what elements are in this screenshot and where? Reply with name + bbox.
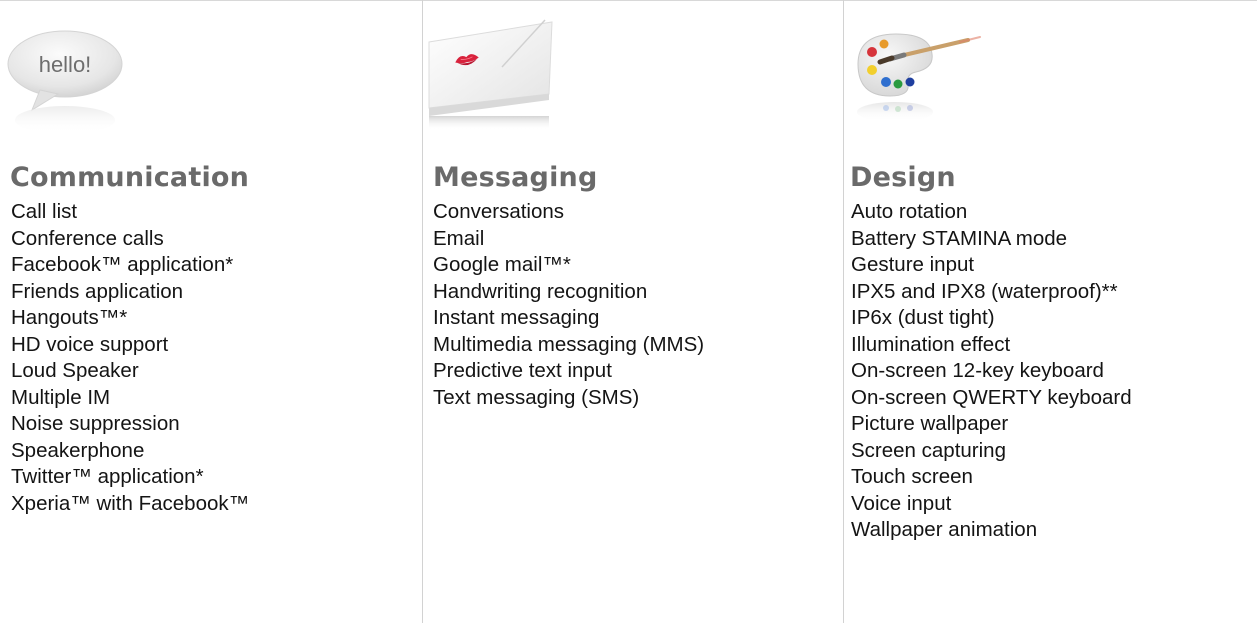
feature-grid: hello! Communication Call list Conferenc… — [0, 0, 1257, 623]
list-item: IP6x (dust tight) — [851, 306, 995, 329]
list-item: Noise suppression — [11, 412, 180, 435]
list-item: Auto rotation — [851, 200, 968, 223]
list-item: Xperia™ with Facebook™ — [11, 491, 250, 515]
hello-speech-bubble-icon: hello! — [2, 12, 142, 137]
list-item: Google mail™* — [433, 253, 571, 276]
list-item: On-screen QWERTY keyboard — [851, 385, 1132, 409]
envelope-kiss-icon — [427, 12, 567, 137]
list-item: Voice input — [851, 491, 952, 515]
list-item: Conference calls — [11, 226, 164, 250]
list-item: Text messaging (SMS) — [433, 385, 640, 409]
design-list: Auto rotation Battery STAMINA mode Gestu… — [851, 199, 1132, 544]
list-item: Multimedia messaging (MMS) — [433, 332, 705, 356]
list-item: Loud Speaker — [11, 359, 139, 382]
messaging-heading: Messaging — [433, 162, 598, 193]
list-item: Gesture input — [851, 253, 975, 276]
communication-heading: Communication — [10, 162, 250, 193]
messaging-list: Conversations Email Google mail™* Handwr… — [433, 199, 704, 411]
list-item: Screen capturing — [851, 438, 1006, 462]
list-item: IPX5 and IPX8 (waterproof)** — [851, 279, 1118, 303]
list-item: Email — [433, 226, 485, 250]
list-item: Battery STAMINA mode — [851, 226, 1068, 250]
list-item: Predictive text input — [433, 359, 612, 382]
list-item: Twitter™ application* — [11, 465, 204, 488]
list-item: Call list — [11, 200, 78, 223]
design-column: Design Auto rotation Battery STAMINA mod… — [843, 0, 1257, 623]
list-item: Speakerphone — [11, 438, 145, 462]
communication-list: Call list Conference calls Facebook™ app… — [11, 199, 249, 517]
list-item: Hangouts™* — [11, 306, 128, 329]
communication-column: hello! Communication Call list Conferenc… — [0, 0, 422, 623]
list-item: Friends application — [11, 279, 184, 303]
list-item: Conversations — [433, 200, 565, 223]
list-item: Instant messaging — [433, 306, 600, 329]
design-heading: Design — [850, 162, 956, 193]
list-item: Facebook™ application* — [11, 253, 234, 276]
list-item: Multiple IM — [11, 385, 111, 409]
list-item: Handwriting recognition — [433, 279, 648, 303]
paint-palette-icon — [850, 12, 990, 137]
list-item: On-screen 12-key keyboard — [851, 359, 1104, 382]
list-item: Wallpaper animation — [851, 518, 1038, 541]
list-item: Touch screen — [851, 465, 973, 488]
hello-icon-text: hello! — [39, 52, 92, 77]
list-item: HD voice support — [11, 332, 169, 356]
list-item: Picture wallpaper — [851, 412, 1009, 435]
list-item: Illumination effect — [851, 332, 1011, 356]
messaging-column: Messaging Conversations Email Google mai… — [422, 0, 843, 623]
